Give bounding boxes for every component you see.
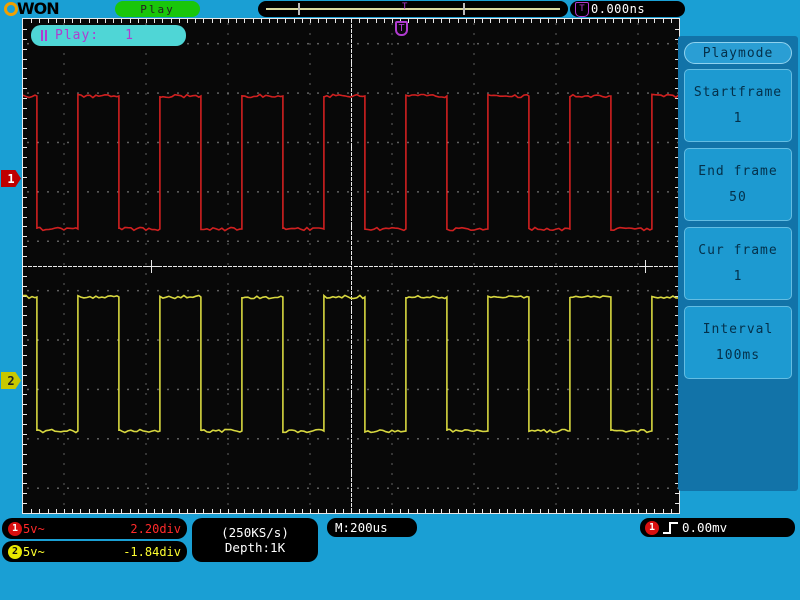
play-status-label: Play:	[55, 28, 100, 43]
ch2-badge: 2	[8, 544, 22, 559]
run-state-badge[interactable]: Play	[115, 1, 200, 17]
trigger-level: 0.00mv	[682, 520, 728, 535]
play-status-frame: 1	[125, 28, 134, 43]
ch2-div: -1.84div	[123, 544, 181, 559]
menu-item-interval[interactable]: Interval 100ms	[684, 306, 792, 379]
menu-item-interval-label: Interval	[702, 322, 774, 338]
ch1-badge: 1	[8, 521, 22, 536]
menu-item-interval-value: 100ms	[715, 347, 761, 363]
menu-title: Playmode	[684, 42, 792, 64]
owon-logo: WON	[4, 0, 60, 18]
record-depth: Depth:1K	[224, 540, 286, 555]
trigger-position-marker[interactable]: T	[395, 21, 408, 36]
timebase-readout: M:200us	[327, 518, 417, 537]
memory-bracket-right	[463, 3, 465, 15]
ch2-position-marker[interactable]: 2	[1, 372, 21, 389]
time-value: 0.000ns	[591, 2, 646, 16]
memory-bar[interactable]: T	[258, 1, 568, 17]
sample-rate: (250KS/s)	[221, 525, 289, 540]
trigger-readout: 1 0.00mv	[640, 518, 795, 537]
play-status-overlay: Play: 1	[31, 25, 186, 46]
time-readout: T 0.000ns	[570, 1, 685, 17]
menu-item-endframe-value: 50	[729, 189, 747, 205]
acquisition-status: (250KS/s) Depth:1K	[192, 518, 318, 562]
waveform-traces	[23, 93, 679, 434]
menu-item-endframe[interactable]: End frame 50	[684, 148, 792, 221]
ch1-div: 2.20div	[130, 521, 181, 536]
menu-item-curframe-value: 1	[733, 268, 743, 284]
menu-item-startframe[interactable]: Startframe 1	[684, 69, 792, 142]
ch1-volts: 5v~	[23, 521, 45, 536]
side-menu-playmode: Playmode Startframe 1 End frame 50 Cur f…	[678, 36, 798, 491]
memory-trigger-marker: T	[402, 2, 408, 12]
menu-item-startframe-label: Startframe	[693, 85, 783, 101]
menu-item-curframe[interactable]: Cur frame 1	[684, 227, 792, 300]
ch2-status[interactable]: 2 5v~ -1.84div	[2, 541, 187, 562]
menu-item-startframe-value: 1	[733, 110, 743, 126]
top-banner: WON Play T T 0.000ns	[0, 0, 800, 18]
pause-icon	[41, 28, 49, 43]
waveform-display[interactable]: Play: 1 T	[22, 18, 680, 514]
trigger-source-badge: 1	[645, 520, 659, 535]
ch1-position-marker[interactable]: 1	[1, 170, 21, 187]
logo-text: WON	[17, 0, 60, 18]
memory-line	[266, 8, 560, 10]
rising-edge-icon	[663, 521, 678, 534]
menu-item-curframe-label: Cur frame	[698, 243, 778, 259]
bottom-bar: 1 5v~ 2.20div 2 5v~ -1.84div (250KS/s) D…	[0, 514, 800, 600]
menu-item-endframe-label: End frame	[698, 164, 778, 180]
left-gutter: 1 2	[0, 18, 22, 514]
trigger-badge-icon: T	[575, 1, 589, 17]
ch1-status[interactable]: 1 5v~ 2.20div	[2, 518, 187, 539]
ch2-volts: 5v~	[23, 544, 45, 559]
oscilloscope-screen: WON Play T T 0.000ns 1 2 Play: 1 T Playm…	[0, 0, 800, 600]
logo-o-icon	[4, 2, 18, 16]
memory-bracket-left	[298, 3, 300, 15]
